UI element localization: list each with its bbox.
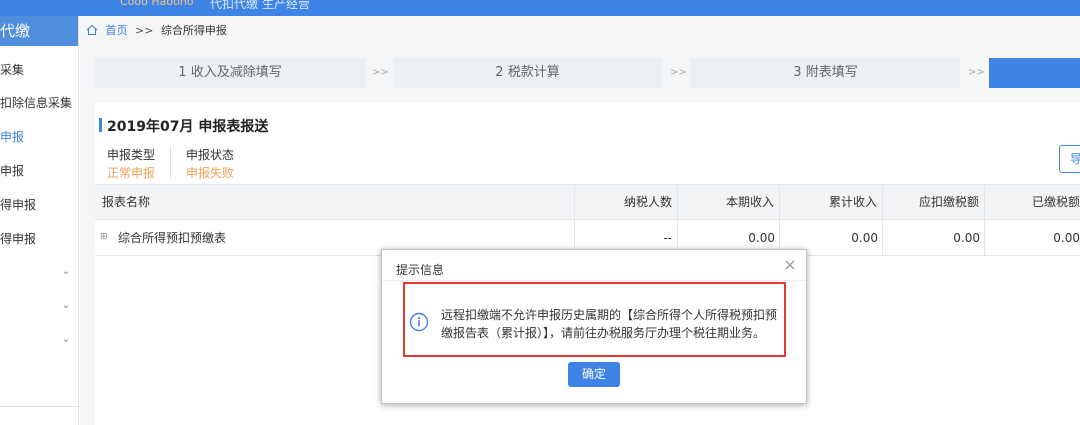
cell-report-name[interactable]: 综合所得预扣预缴表 [118,221,226,256]
step-income-deduction[interactable]: 1 收入及减除填写 [95,58,365,88]
breadcrumb: 首页 >> 综合所得申报 [86,22,227,40]
dialog-divider [382,280,806,281]
sidebar-item-income-report-a[interactable]: 得申报 [0,195,79,215]
column-header-tax-payable: 应扣缴税额 [918,195,979,209]
column-header-taxpayers: 纳税人数 [623,195,672,209]
column-header-current-income: 本期收入 [725,195,774,209]
top-tab-business[interactable]: 生产经营 [262,0,310,12]
step-separator: >> [670,67,687,78]
sidebar-item-collect[interactable]: 采集 [0,60,79,80]
report-type-label: 申报类型 [107,148,156,162]
column-header-cumulative-income: 累计收入 [828,195,877,209]
breadcrumb-separator: >> [135,24,154,37]
export-button[interactable]: 导 [1059,145,1080,173]
chevron-down-icon[interactable]: ⌄ [62,93,74,113]
expand-icon[interactable]: ⊞ [100,233,109,242]
panel-title: 2019年07月 申报表报送 [107,119,269,135]
chevron-down-icon[interactable]: ⌄ [60,330,72,350]
report-type-value: 正常申报 [107,166,156,180]
dialog-title: 提示信息 [396,263,445,277]
chevron-down-icon[interactable]: ⌄ [60,296,72,316]
column-divider [574,184,575,256]
report-status-label: 申报状态 [186,148,235,162]
info-divider [170,146,171,178]
top-tab-withholding[interactable]: 代扣代缴 [210,0,258,12]
sidebar: 代缴 采集 扣除信息采集 ⌄ 申报 申报 得申报 得申报 ⌄ ⌄ ⌄ [0,16,79,425]
top-bar: Cooo Haoono 代扣代缴 生产经营 [0,0,1080,16]
sidebar-item-report[interactable]: 申报 [0,161,79,181]
title-accent-bar [99,118,102,132]
sidebar-item-comprehensive-report[interactable]: 申报 [0,127,79,147]
column-header-tax-paid: 已缴税额 [1031,195,1080,209]
sidebar-item-income-report-b[interactable]: 得申报 [0,229,79,249]
report-status-value: 申报失败 [186,166,235,180]
step-separator: >> [372,67,389,78]
breadcrumb-home-link[interactable]: 首页 [106,24,128,37]
close-icon[interactable]: × [782,257,798,273]
system-name: Cooo Haoono [120,0,194,8]
info-icon [409,312,429,332]
step-attachment[interactable]: 3 附表填写 [691,58,960,88]
cell-tax-paid: 0.00 [1053,231,1080,245]
dialog-message: 远程扣缴端不允许申报历史属期的【综合所得个人所得税预扣预缴报告表（累计报）】，请… [441,308,778,340]
column-divider [779,184,780,256]
cell-tax-payable: 0.00 [953,231,980,245]
home-icon [86,24,98,36]
step-separator: >> [968,67,985,78]
breadcrumb-current: 综合所得申报 [160,24,227,37]
chevron-down-icon[interactable]: ⌄ [60,262,72,282]
step-report-submit[interactable] [989,58,1080,88]
column-header-report-name: 报表名称 [102,195,151,209]
sidebar-divider [0,406,79,407]
confirm-button[interactable]: 确定 [568,362,620,387]
sidebar-title: 代缴 [0,16,78,46]
step-tax-calculation[interactable]: 2 税款计算 [393,58,662,88]
